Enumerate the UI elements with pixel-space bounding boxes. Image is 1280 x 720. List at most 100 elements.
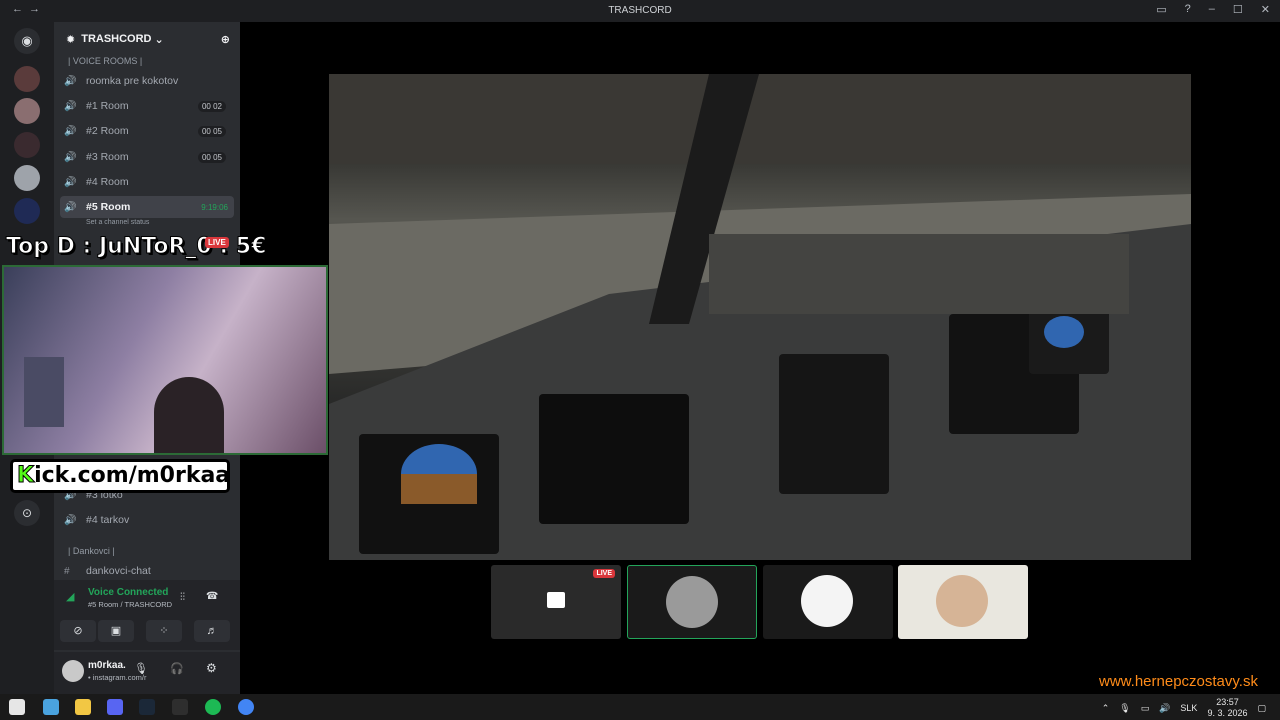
camera-toggle-button[interactable]: ⊘: [60, 620, 96, 642]
voice-status-panel: ◢ Voice Connected #5 Room / TRASHCORD ⫶⫶…: [54, 580, 240, 650]
cockpit-view: [329, 74, 1191, 560]
speaker-icon: 🔊: [64, 100, 77, 112]
channel-room-3[interactable]: 🔊 #3 Room 00 05: [60, 146, 234, 168]
webcam-overlay: [2, 265, 328, 455]
ecam-display: [779, 354, 889, 494]
user-panel: m0rkaa. • instagram.com/r 🎙 🎧 ⚙: [54, 652, 240, 694]
participant-tile-4[interactable]: [898, 565, 1028, 639]
fo-attitude: [1044, 316, 1084, 348]
server-name: TRASHCORD: [81, 33, 152, 45]
clock[interactable]: 23:57 9. 3. 2026: [1207, 697, 1247, 719]
volume-icon[interactable]: 🔊: [1159, 703, 1170, 714]
channel-room-4[interactable]: 🔊 #4 Room: [60, 171, 234, 193]
kick-link-overlay: Kick.com/m0rkaa: [10, 459, 230, 493]
voice-connected-label[interactable]: Voice Connected: [88, 587, 168, 598]
server-gear-icon: ✹: [66, 33, 76, 46]
username[interactable]: m0rkaa.: [88, 660, 126, 671]
server-header[interactable]: ✹ TRASHCORD ⌄ ⊕: [54, 22, 240, 56]
window-title: TRASHCORD: [608, 5, 672, 16]
server-icon-5[interactable]: [14, 198, 40, 224]
inbox-icon[interactable]: ▭: [1156, 3, 1166, 16]
pc-case: [24, 357, 64, 427]
network-icon[interactable]: ▭: [1141, 703, 1150, 714]
participant-avatar: [666, 576, 718, 628]
channel-room-1[interactable]: 🔊 #1 Room 00 02: [60, 95, 234, 117]
screen-share-stream[interactable]: [329, 74, 1191, 560]
user-limit-badge: 00 05: [197, 151, 226, 163]
mic-tray-icon[interactable]: 🎙: [1119, 703, 1130, 714]
participant-tile-3[interactable]: [763, 565, 893, 639]
discover-icon[interactable]: ⊙: [14, 500, 40, 526]
server-icon-4[interactable]: [14, 165, 40, 191]
user-limit-badge: 00 02: [197, 100, 226, 112]
channel-room-5[interactable]: 🔊 #5 Room 9:19:06: [60, 196, 234, 218]
server-icon-2[interactable]: [14, 98, 40, 124]
start-icon[interactable]: [9, 699, 25, 715]
channel-status-placeholder[interactable]: Set a channel status: [86, 219, 149, 226]
speaker-icon: 🔊: [64, 151, 77, 163]
notification-icon[interactable]: ▢: [1257, 703, 1266, 714]
steam-icon[interactable]: [139, 699, 155, 715]
language-indicator[interactable]: SLK: [1180, 703, 1197, 713]
minimize-button[interactable]: –: [1209, 3, 1215, 16]
participant-tile-stream[interactable]: LIVE: [491, 565, 621, 639]
search-icon[interactable]: [43, 699, 59, 715]
screen-share-icon: [547, 592, 565, 608]
clock-time: 23:57: [1216, 697, 1239, 707]
chrome-icon[interactable]: [238, 699, 254, 715]
channel-roomka[interactable]: 🔊 roomka pre kokotov: [60, 70, 234, 92]
tray-chevron-icon[interactable]: ⌃: [1102, 703, 1110, 714]
avatar[interactable]: [62, 660, 84, 682]
close-button[interactable]: ✕: [1261, 3, 1270, 16]
server-icon-1[interactable]: [14, 66, 40, 92]
speaker-icon: 🔊: [64, 201, 77, 213]
channel-dankovci-chat[interactable]: # dankovci-chat: [60, 560, 234, 582]
live-badge: LIVE: [205, 237, 229, 248]
channel-room-2[interactable]: 🔊 #2 Room 00 05: [60, 120, 234, 142]
signal-icon: ◢: [66, 591, 75, 603]
speaker-icon: 🔊: [64, 75, 77, 87]
settings-gear-icon[interactable]: ⚙: [206, 661, 217, 675]
nd-display: [539, 394, 689, 524]
hangar-wall: [329, 74, 1191, 164]
speaker-icon: 🔊: [64, 514, 77, 526]
activities-button[interactable]: ⁘: [146, 620, 182, 642]
participant-avatar: [801, 575, 853, 627]
person-add-icon[interactable]: ⊕: [221, 33, 230, 46]
maximize-button[interactable]: ☐: [1233, 3, 1243, 16]
hash-icon: #: [64, 565, 70, 577]
main-stage: LIVE: [240, 22, 1280, 694]
headphones-icon[interactable]: 🎧: [170, 662, 184, 675]
streamer-silhouette: [154, 377, 224, 453]
microphone-icon[interactable]: 🎙: [134, 662, 148, 675]
chevron-down-icon: ⌄: [154, 33, 164, 46]
noise-suppression-icon[interactable]: ⫶⫶: [180, 592, 185, 603]
participant-tile-2[interactable]: [627, 565, 757, 639]
file-explorer-icon[interactable]: [75, 699, 91, 715]
kick-k: K: [16, 463, 35, 489]
live-badge: LIVE: [593, 569, 615, 578]
category-voice-rooms[interactable]: | VOICE ROOMS |: [68, 56, 142, 66]
user-limit-badge: 00 05: [197, 125, 226, 137]
title-bar: ←→ TRASHCORD ▭ ? – ☐ ✕: [0, 0, 1280, 22]
server-icon-3[interactable]: [14, 132, 40, 158]
disconnect-icon[interactable]: ☎: [206, 591, 218, 602]
discord-taskbar-icon[interactable]: [107, 699, 123, 715]
system-tray: ⌃ 🎙 ▭ 🔊 SLK 23:57 9. 3. 2026 ▢: [1102, 697, 1266, 719]
kick-url: ick.com/m0rkaa: [34, 463, 231, 488]
participant-avatar: [936, 575, 988, 627]
clock-date: 9. 3. 2026: [1207, 708, 1248, 718]
category-dankovci[interactable]: | Dankovci |: [68, 546, 115, 556]
discord-home-icon[interactable]: ◉: [14, 28, 40, 54]
soundboard-button[interactable]: ♬: [194, 620, 230, 642]
obs-icon[interactable]: [172, 699, 188, 715]
screen-share-button[interactable]: ▣: [98, 620, 134, 642]
channel-tarkov[interactable]: 🔊 #4 tarkov: [60, 509, 234, 531]
spotify-icon[interactable]: [205, 699, 221, 715]
voice-location: #5 Room / TRASHCORD: [88, 600, 173, 609]
windows-taskbar: ⌃ 🎙 ▭ 🔊 SLK 23:57 9. 3. 2026 ▢: [0, 694, 1280, 720]
attitude-ground: [401, 474, 477, 504]
help-icon[interactable]: ?: [1185, 3, 1191, 16]
window-controls: ▭ ? – ☐ ✕: [1156, 3, 1270, 16]
call-timer: 9:19:06: [201, 202, 228, 212]
